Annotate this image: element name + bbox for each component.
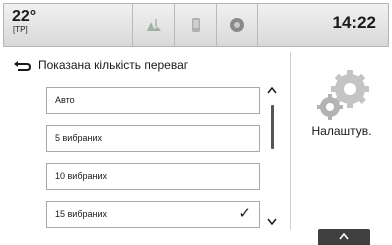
infotainment-screen: 22° [TP] 14:22 Показана кількість перева… <box>0 0 392 245</box>
gears-icon <box>317 70 369 120</box>
clock: 14:22 <box>332 13 376 32</box>
tab-audio[interactable] <box>132 4 174 46</box>
audio-source-icon <box>146 19 161 31</box>
list-item-label: 15 вибраних <box>55 209 107 219</box>
scroll-thumb[interactable] <box>271 105 274 149</box>
phone-icon <box>191 18 200 32</box>
scroll-down-icon[interactable] <box>267 218 277 225</box>
list-item-5[interactable]: 5 вибраних <box>46 125 260 152</box>
scroll-up-icon[interactable] <box>267 87 277 94</box>
top-status-bar: 22° [TP] 14:22 <box>3 3 389 47</box>
back-arrow-icon[interactable] <box>12 60 32 74</box>
tab-info[interactable] <box>216 4 258 46</box>
checkmark-icon: ✓ <box>238 205 251 222</box>
settings-button[interactable]: Налаштув. <box>294 67 389 177</box>
info-icon <box>230 18 244 32</box>
scrollbar[interactable] <box>262 85 282 227</box>
list-item-label: Авто <box>55 95 75 105</box>
list-item-label: 10 вибраних <box>55 171 107 181</box>
tab-phone[interactable] <box>174 4 216 46</box>
list-item-10[interactable]: 10 вибраних <box>46 163 260 190</box>
favourites-count-list: Авто 5 вибраних 10 вибраних 15 вибраних … <box>46 87 260 239</box>
list-item-label: 5 вибраних <box>55 133 102 143</box>
list-item-auto[interactable]: Авто <box>46 87 260 114</box>
chevron-up-icon <box>339 233 349 240</box>
temperature-value: 22° <box>12 8 37 25</box>
list-item-15[interactable]: 15 вибраних ✓ <box>46 201 260 228</box>
panel-divider <box>290 52 291 230</box>
top-tabs <box>132 4 300 46</box>
traffic-program-indicator: [TP] <box>13 25 28 34</box>
settings-label: Налаштув. <box>311 124 372 138</box>
temperature-display[interactable]: 22° [TP] <box>10 8 44 35</box>
page-title: Показана кількість переваг <box>38 58 189 72</box>
screen-header: Показана кількість переваг <box>8 57 254 77</box>
interaction-selector-handle[interactable] <box>318 229 370 245</box>
